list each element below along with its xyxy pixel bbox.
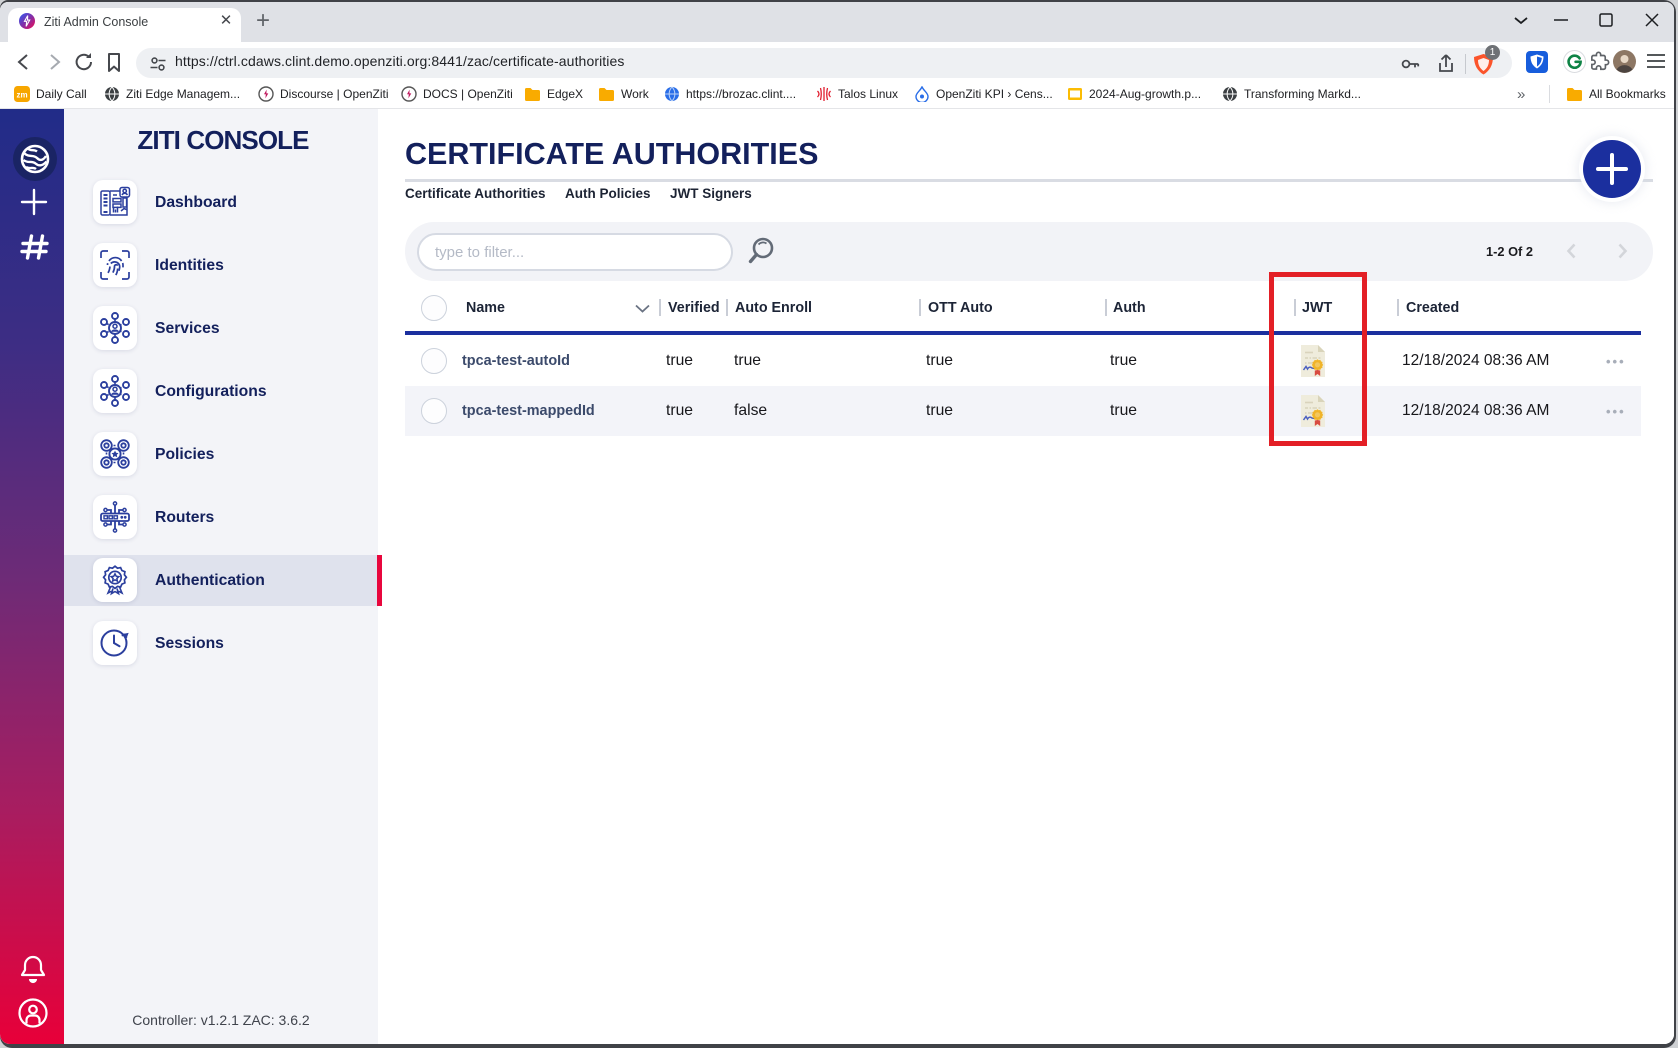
svg-text:zm: zm: [16, 91, 27, 100]
